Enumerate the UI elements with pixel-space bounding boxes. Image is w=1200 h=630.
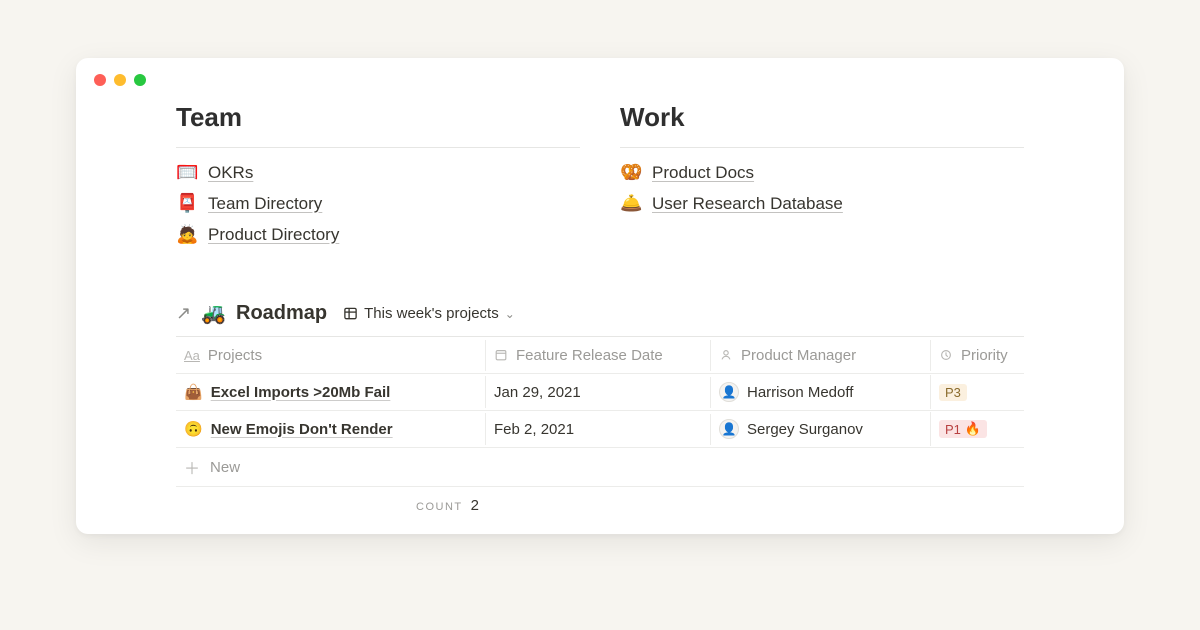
work-link-user-research[interactable]: 🛎️ User Research Database: [620, 193, 1024, 214]
priority-badge: P3: [939, 384, 967, 401]
team-link-list: 🥅 OKRs 📮 Team Directory 🙇 Product Direct…: [176, 162, 580, 245]
team-link-directory[interactable]: 📮 Team Directory: [176, 193, 580, 214]
work-section: Work 🥨 Product Docs 🛎️ User Research Dat…: [620, 102, 1024, 245]
bell-icon: 🛎️: [620, 193, 642, 214]
table-view-icon: [343, 306, 358, 321]
view-selector[interactable]: This week's projects ⌄: [343, 305, 515, 322]
roadmap-header: ↗ 🚜 Roadmap This week's projects ⌄: [176, 301, 1024, 326]
cell-date[interactable]: Jan 29, 2021: [486, 377, 711, 408]
project-title: Excel Imports >20Mb Fail: [211, 384, 391, 401]
count-label: COUNT: [416, 501, 463, 513]
close-window-icon[interactable]: [94, 74, 106, 86]
cell-project[interactable]: 🙃 New Emojis Don't Render: [176, 413, 486, 445]
handbag-icon: 👜: [184, 383, 203, 401]
arrow-up-right-icon: ↗: [176, 303, 191, 324]
table-header-row: Aa Projects Feature Release Date Product…: [176, 337, 1024, 374]
table-row[interactable]: 🙃 New Emojis Don't Render Feb 2, 2021 👤 …: [176, 411, 1024, 448]
calendar-icon: [494, 348, 508, 362]
roadmap-title: Roadmap: [236, 302, 327, 325]
team-link-okrs[interactable]: 🥅 OKRs: [176, 162, 580, 183]
new-row-label: New: [210, 459, 240, 476]
team-link-product-directory[interactable]: 🙇 Product Directory: [176, 224, 580, 245]
person-icon: [719, 348, 733, 362]
avatar: 👤: [719, 419, 739, 439]
link-label: Team Directory: [208, 194, 322, 214]
cell-project[interactable]: 👜 Excel Imports >20Mb Fail: [176, 376, 486, 408]
team-section: Team 🥅 OKRs 📮 Team Directory 🙇 Product D…: [176, 102, 580, 245]
minimize-window-icon[interactable]: [114, 74, 126, 86]
work-link-list: 🥨 Product Docs 🛎️ User Research Database: [620, 162, 1024, 214]
table-row[interactable]: 👜 Excel Imports >20Mb Fail Jan 29, 2021 …: [176, 374, 1024, 411]
chevron-down-icon: ⌄: [505, 307, 515, 321]
add-row-button[interactable]: ＋ New: [176, 448, 1024, 487]
team-heading: Team: [176, 102, 580, 133]
project-title: New Emojis Don't Render: [211, 421, 393, 438]
bow-icon: 🙇: [176, 224, 198, 245]
plus-icon: ＋: [184, 455, 200, 479]
maximize-window-icon[interactable]: [134, 74, 146, 86]
priority-badge: P1 🔥: [939, 420, 987, 438]
avatar: 👤: [719, 382, 739, 402]
cell-priority[interactable]: P3: [931, 377, 1024, 408]
link-label: OKRs: [208, 163, 253, 183]
fire-icon: 🔥: [965, 421, 981, 437]
cell-date[interactable]: Feb 2, 2021: [486, 414, 711, 445]
pretzel-icon: 🥨: [620, 162, 642, 183]
link-label: User Research Database: [652, 194, 843, 214]
cell-manager[interactable]: 👤 Harrison Medoff: [711, 375, 931, 409]
manager-name: Sergey Surganov: [747, 421, 863, 438]
date-value: Feb 2, 2021: [494, 421, 574, 438]
manager-name: Harrison Medoff: [747, 384, 853, 401]
upside-down-face-icon: 🙃: [184, 420, 203, 438]
window-controls: [76, 58, 1124, 94]
work-heading: Work: [620, 102, 1024, 133]
postbox-icon: 📮: [176, 193, 198, 214]
column-label: Product Manager: [741, 347, 856, 364]
column-label: Projects: [208, 347, 262, 364]
cell-priority[interactable]: P1 🔥: [931, 413, 1024, 445]
work-link-product-docs[interactable]: 🥨 Product Docs: [620, 162, 1024, 183]
app-window: Team 🥅 OKRs 📮 Team Directory 🙇 Product D…: [76, 58, 1124, 534]
divider: [176, 147, 580, 148]
page-content: Team 🥅 OKRs 📮 Team Directory 🙇 Product D…: [76, 94, 1124, 514]
column-label: Priority: [961, 347, 1008, 364]
roadmap-table: Aa Projects Feature Release Date Product…: [176, 336, 1024, 487]
column-header-manager[interactable]: Product Manager: [711, 340, 931, 371]
tag-icon: [939, 348, 953, 362]
column-header-priority[interactable]: Priority: [931, 340, 1024, 371]
table-footer: COUNT 2: [176, 487, 1024, 514]
top-columns: Team 🥅 OKRs 📮 Team Directory 🙇 Product D…: [176, 102, 1024, 245]
goal-net-icon: 🥅: [176, 162, 198, 183]
view-label: This week's projects: [364, 305, 499, 322]
column-label: Feature Release Date: [516, 347, 663, 364]
tractor-icon: 🚜: [201, 301, 226, 326]
cell-manager[interactable]: 👤 Sergey Surganov: [711, 412, 931, 446]
date-value: Jan 29, 2021: [494, 384, 581, 401]
text-icon: Aa: [184, 348, 200, 363]
count-value: 2: [471, 497, 479, 514]
column-header-date[interactable]: Feature Release Date: [486, 340, 711, 371]
divider: [620, 147, 1024, 148]
column-header-projects[interactable]: Aa Projects: [176, 340, 486, 371]
link-label: Product Directory: [208, 225, 339, 245]
link-label: Product Docs: [652, 163, 754, 183]
